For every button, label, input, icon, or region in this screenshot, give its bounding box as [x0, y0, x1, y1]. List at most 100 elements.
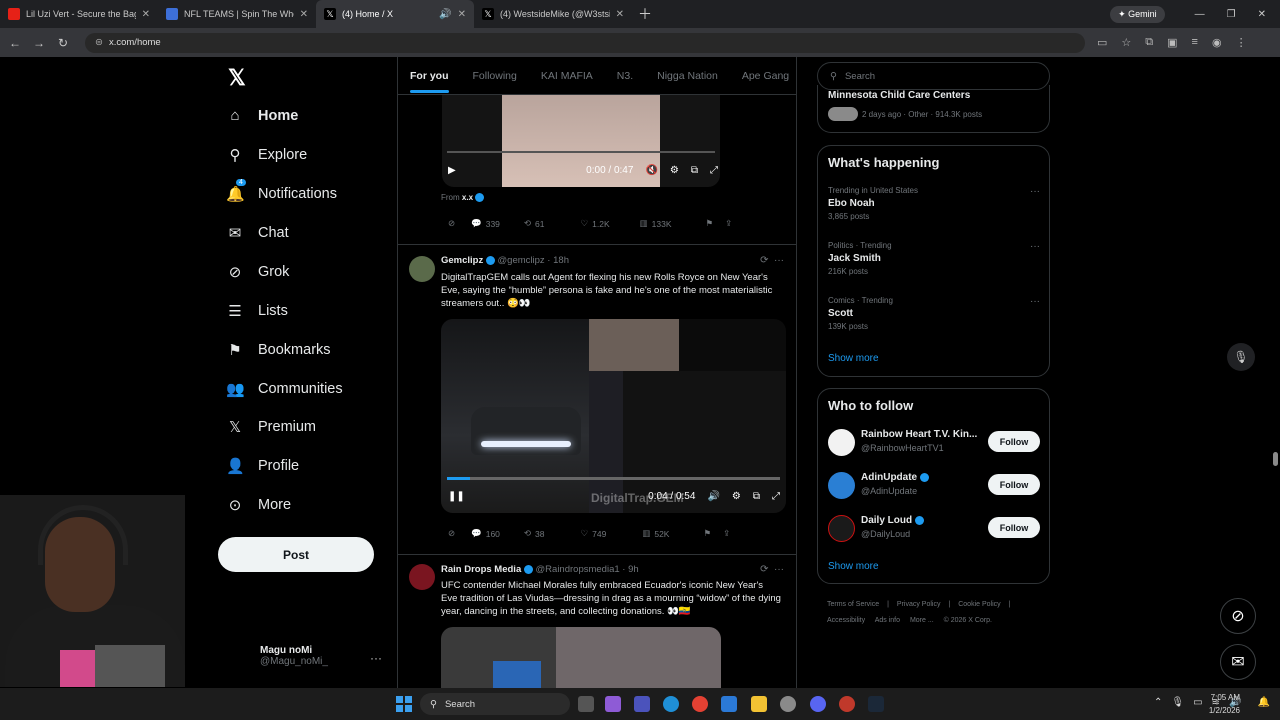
- mute-icon[interactable]: 🔇: [645, 165, 657, 176]
- browser-tab[interactable]: 𝕏 (4) WestsideMike (@W3stsiden ✕: [474, 0, 632, 28]
- nav-premium[interactable]: 𝕏 Premium: [226, 418, 316, 436]
- nav-grok[interactable]: ⊘ Grok: [226, 263, 290, 281]
- url-field[interactable]: ⊜ x.com/home: [85, 32, 1085, 53]
- gemini-button[interactable]: ✦ Gemini: [1110, 5, 1165, 23]
- site-info-icon[interactable]: ⊜: [95, 37, 103, 48]
- close-icon[interactable]: ✕: [142, 9, 150, 20]
- tab-following[interactable]: Following: [461, 57, 529, 95]
- store-icon[interactable]: [721, 696, 737, 712]
- minimize-icon[interactable]: —: [1195, 9, 1205, 20]
- reply-button[interactable]: 💬 339: [471, 218, 500, 229]
- scrollbar-thumb[interactable]: [1273, 452, 1278, 466]
- restore-icon[interactable]: ❐: [1227, 9, 1236, 20]
- new-tab-icon[interactable]: ＋: [638, 4, 652, 24]
- like-button[interactable]: ♡ 1.2K: [581, 218, 610, 229]
- nav-explore[interactable]: ⚲ Explore: [226, 146, 308, 164]
- voice-search-icon[interactable]: 🎙: [1227, 343, 1255, 371]
- repost-button[interactable]: ⟲ 61: [524, 218, 545, 229]
- post-more-icon[interactable]: ⟳ ···: [760, 255, 784, 266]
- windows-start-icon[interactable]: [396, 696, 412, 712]
- fullscreen-icon[interactable]: ⤢: [710, 165, 718, 176]
- avatar[interactable]: [409, 256, 435, 282]
- back-icon[interactable]: ←: [3, 36, 27, 50]
- share-icon[interactable]: ⇪: [723, 528, 730, 539]
- post-more-icon[interactable]: ⟳ ···: [760, 564, 784, 575]
- footer-link[interactable]: More ...: [910, 617, 934, 624]
- profile-icon[interactable]: ◉: [1212, 36, 1222, 49]
- grok-icon[interactable]: ⊘: [448, 528, 455, 539]
- views-button[interactable]: ▥ 52K: [642, 528, 669, 539]
- browser-tab-active[interactable]: 𝕏 (4) Home / X 🔊 ✕: [316, 0, 474, 28]
- mic-icon[interactable]: 🎙: [1171, 697, 1184, 708]
- discord-icon[interactable]: [810, 696, 826, 712]
- post-time[interactable]: 18h: [553, 255, 569, 266]
- taskbar-search[interactable]: ⚲ Search: [420, 693, 570, 715]
- chevron-up-icon[interactable]: ⌃: [1154, 697, 1162, 708]
- follow-suggestion[interactable]: Rainbow Heart T.V. Kin... @RainbowHeartT…: [828, 427, 1040, 459]
- post-handle[interactable]: @Raindropsmedia1: [536, 564, 620, 575]
- display-icon[interactable]: ▭: [1193, 697, 1202, 708]
- trend-card[interactable]: Minnesota Child Care Centers 2 days ago …: [817, 85, 1050, 133]
- teams-icon[interactable]: [634, 696, 650, 712]
- task-view-icon[interactable]: [578, 696, 594, 712]
- post-image[interactable]: [441, 627, 721, 688]
- follow-suggestion[interactable]: Daily Loud @DailyLoud Follow: [828, 513, 1040, 545]
- close-icon[interactable]: ✕: [616, 9, 624, 20]
- tab-ape-gang[interactable]: Ape Gang: [730, 57, 796, 95]
- post-time[interactable]: 9h: [628, 564, 639, 575]
- footer-link[interactable]: Accessibility: [827, 617, 865, 624]
- page-scrollbar[interactable]: [1271, 57, 1280, 688]
- avatar[interactable]: [409, 564, 435, 590]
- media-icon[interactable]: ≡: [1192, 36, 1198, 49]
- footer-link[interactable]: Ads info: [875, 617, 900, 624]
- trend-item[interactable]: Comics · Trending Scott 139K posts ···: [828, 296, 1040, 331]
- views-button[interactable]: ▥ 133K: [640, 218, 672, 229]
- grok-float-button[interactable]: ⊘: [1220, 598, 1256, 634]
- cast-icon[interactable]: ▭: [1097, 36, 1107, 49]
- nav-profile[interactable]: 👤 Profile: [226, 457, 299, 475]
- extensions-icon[interactable]: ⧉: [1145, 36, 1153, 49]
- account-more-icon[interactable]: ···: [370, 651, 382, 665]
- like-button[interactable]: ♡ 749: [581, 528, 607, 539]
- post-handle[interactable]: @gemclipz: [498, 255, 545, 266]
- steam-icon[interactable]: [868, 696, 884, 712]
- speaker-icon[interactable]: 🔊: [439, 9, 451, 20]
- fullscreen-icon[interactable]: ⤢: [772, 491, 780, 502]
- post-author[interactable]: Rain Drops Media: [441, 564, 521, 575]
- chrome-icon[interactable]: [692, 696, 708, 712]
- bookmark-star-icon[interactable]: ☆: [1121, 36, 1131, 49]
- nav-communities[interactable]: 👥 Communities: [226, 380, 343, 398]
- tab-for-you[interactable]: For you: [398, 57, 461, 95]
- close-icon[interactable]: ✕: [300, 9, 308, 20]
- repost-button[interactable]: ⟲ 38: [524, 528, 545, 539]
- follow-button[interactable]: Follow: [988, 517, 1040, 538]
- follow-button[interactable]: Follow: [988, 431, 1040, 452]
- file-explorer-icon[interactable]: [751, 696, 767, 712]
- nav-chat[interactable]: ✉ Chat: [226, 224, 289, 242]
- pip-icon[interactable]: ⧉: [691, 165, 698, 176]
- follow-suggestion[interactable]: AdinUpdate @AdinUpdate Follow: [828, 470, 1040, 502]
- footer-link[interactable]: Privacy Policy: [897, 601, 941, 608]
- app-icon[interactable]: [839, 696, 855, 712]
- close-window-icon[interactable]: ✕: [1258, 9, 1266, 20]
- pause-icon[interactable]: ❚❚: [448, 491, 465, 502]
- reply-button[interactable]: 💬 160: [471, 528, 500, 539]
- tab-kai-mafia[interactable]: KAI MAFIA: [529, 57, 605, 95]
- bookmark-icon[interactable]: ⚑: [706, 218, 714, 229]
- more-icon[interactable]: ···: [1030, 296, 1040, 307]
- trend-item[interactable]: Politics · Trending Jack Smith 216K post…: [828, 241, 1040, 276]
- more-icon[interactable]: ···: [1030, 241, 1040, 252]
- nav-more[interactable]: ⊙ More: [226, 496, 291, 514]
- nav-lists[interactable]: ☰ Lists: [226, 302, 288, 320]
- post-author[interactable]: Gemclipz: [441, 255, 483, 266]
- x-logo-icon[interactable]: 𝕏: [228, 65, 246, 91]
- play-icon[interactable]: ▶: [448, 165, 456, 176]
- settings-icon[interactable]: ⚙: [670, 165, 679, 176]
- nav-bookmarks[interactable]: ⚑ Bookmarks: [226, 341, 330, 359]
- post-button[interactable]: Post: [218, 537, 374, 572]
- reload-icon[interactable]: ↻: [51, 36, 75, 50]
- volume-icon[interactable]: 🔊: [707, 491, 719, 502]
- close-icon[interactable]: ✕: [458, 9, 466, 20]
- sidepanel-icon[interactable]: ▣: [1167, 36, 1177, 49]
- notification-center-icon[interactable]: 🔔: [1258, 697, 1270, 708]
